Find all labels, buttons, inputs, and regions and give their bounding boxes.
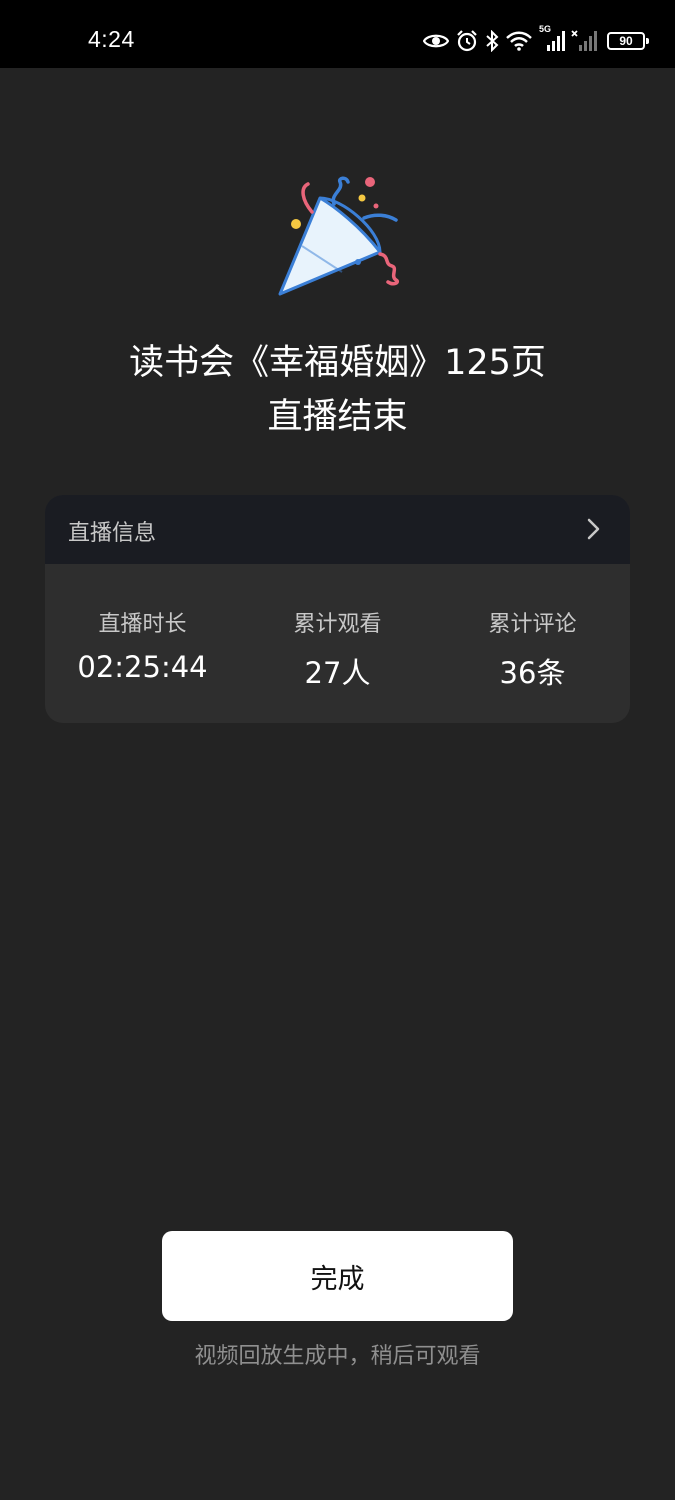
live-info-header[interactable]: 直播信息 [45, 495, 630, 564]
battery-icon: 90 [607, 32, 649, 50]
stat-label: 累计评论 [488, 612, 577, 637]
alarm-icon [455, 29, 479, 53]
status-time: 4:24 [88, 26, 135, 52]
done-button[interactable]: 完成 [162, 1231, 513, 1321]
replay-generating-note: 视频回放生成中，稍后可观看 [194, 1344, 481, 1369]
live-info-title: 直播信息 [68, 521, 157, 546]
eye-icon [423, 32, 449, 50]
stat-value: 02:25:44 [77, 650, 208, 684]
page-title: 读书会《幸福婚姻》125页 直播结束 [0, 336, 675, 444]
wifi-icon [505, 30, 533, 52]
title-line-1: 读书会《幸福婚姻》125页 [129, 343, 546, 383]
title-line-2: 直播结束 [267, 397, 408, 437]
live-info-card: 直播信息 直播时长 02:25:44 累计观看 27人 累计评论 36条 [45, 495, 630, 723]
network-type-label: 5G [539, 24, 552, 34]
party-popper-icon [272, 176, 404, 300]
signal-icon: 5G [539, 24, 565, 52]
signal-no-service-icon [571, 30, 597, 52]
stat-value: 27人 [304, 656, 371, 690]
bluetooth-icon [485, 30, 499, 52]
stat-duration: 直播时长 02:25:44 [45, 564, 240, 723]
stat-label: 直播时长 [98, 612, 187, 637]
stat-viewers: 累计观看 27人 [240, 564, 435, 723]
battery-level: 90 [619, 34, 633, 48]
stat-label: 累计观看 [293, 612, 382, 637]
stat-value: 36条 [499, 656, 566, 690]
stats-row: 直播时长 02:25:44 累计观看 27人 累计评论 36条 [45, 564, 630, 723]
stat-comments: 累计评论 36条 [435, 564, 630, 723]
status-bar: 4:24 5G 90 [0, 0, 675, 68]
status-icons: 5G 90 [423, 24, 649, 55]
chevron-right-icon [586, 517, 602, 541]
